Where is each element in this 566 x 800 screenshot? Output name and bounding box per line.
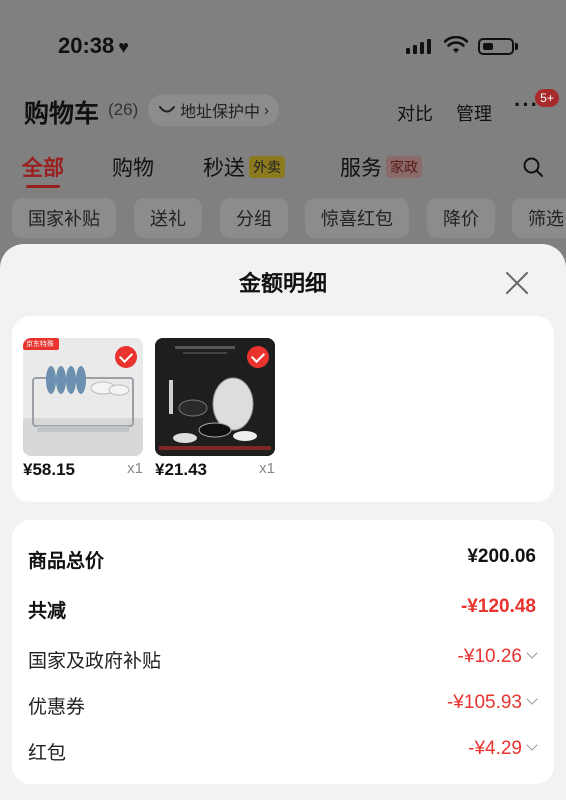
battery-icon (478, 38, 514, 55)
protect-icon (159, 106, 175, 113)
category-tabs: 全部 购物 秒送 外卖 服务 家政 (0, 152, 566, 188)
chevron-down-icon (526, 693, 538, 705)
cart-item[interactable]: ¥21.43 x1 (155, 338, 275, 479)
manage-button[interactable]: 管理 (456, 100, 492, 126)
tab-instant-label: 秒送 (203, 157, 245, 180)
subsidy-value-wrap: -¥10.26 (457, 646, 538, 668)
item-quantity: x1 (259, 460, 275, 477)
heart-icon: ♥ (118, 37, 129, 57)
total-discount-row: 共减 -¥120.48 (28, 596, 536, 626)
chip-gift[interactable]: 送礼 (134, 198, 202, 238)
tab-service[interactable]: 服务 家政 (340, 152, 422, 182)
cart-item[interactable]: 京东特殊 ¥58.15 x1 (23, 338, 143, 479)
total-price-value: ¥200.06 (467, 546, 536, 567)
product-image-dish-rack: 京东特殊 (23, 338, 143, 456)
chip-red-packet[interactable]: 惊喜红包 (305, 198, 409, 238)
chip-group[interactable]: 分组 (220, 198, 288, 238)
battery-tip (515, 43, 518, 50)
tab-service-label: 服务 (340, 157, 382, 180)
tab-shopping-label: 购物 (112, 157, 154, 180)
sheet-title: 金额明细 (238, 271, 327, 296)
page-title: 购物车 (24, 100, 100, 128)
status-bar: 20:38 ♥ (0, 30, 566, 62)
red-packet-row[interactable]: 红包 -¥4.29 (28, 738, 538, 768)
chevron-down-icon (526, 647, 538, 659)
subsidy-value: -¥10.26 (457, 646, 522, 667)
filter-chips: 国家补贴 送礼 分组 惊喜红包 降价 筛选 (0, 198, 566, 238)
red-packet-value-wrap: -¥4.29 (468, 738, 538, 760)
coupon-label: 优惠券 (28, 697, 86, 718)
price-summary-card: 商品总价 ¥200.06 共减 -¥120.48 国家及政府补贴 -¥10.26… (12, 520, 554, 784)
items-card: 京东特殊 ¥58.15 x1 ¥21.43 x1 (12, 316, 554, 502)
coupon-value-wrap: -¥105.93 (446, 692, 538, 714)
compare-button[interactable]: 对比 (397, 100, 433, 126)
tab-instant[interactable]: 秒送 外卖 (203, 152, 285, 182)
subsidy-row[interactable]: 国家及政府补贴 -¥10.26 (28, 646, 538, 676)
more-badge: 5+ (535, 89, 559, 107)
wifi-icon (444, 36, 468, 53)
cart-header: 购物车 (26) 地址保护中 › 对比 管理 ··· 5+ (0, 89, 566, 132)
checked-icon[interactable] (247, 346, 269, 368)
red-packet-value: -¥4.29 (468, 738, 522, 759)
chip-national-subsidy[interactable]: 国家补贴 (12, 198, 116, 238)
total-price-row: 商品总价 ¥200.06 (28, 546, 536, 576)
signal-icon (406, 38, 431, 54)
address-protect-label: 地址保护中 (180, 104, 261, 121)
chip-price-drop[interactable]: 降价 (427, 198, 495, 238)
total-discount-value: -¥120.48 (460, 596, 536, 617)
red-packet-label: 红包 (28, 743, 67, 764)
address-protect-button[interactable]: 地址保护中 › (148, 94, 280, 126)
takeaway-tag: 外卖 (249, 156, 285, 178)
search-icon[interactable] (522, 156, 544, 178)
product-image-tableware (155, 338, 275, 456)
total-price-label: 商品总价 (28, 551, 105, 572)
housekeeping-tag: 家政 (386, 156, 422, 178)
coupon-row[interactable]: 优惠券 -¥105.93 (28, 692, 538, 722)
coupon-value: -¥105.93 (446, 692, 522, 713)
tab-all[interactable]: 全部 (22, 152, 64, 188)
cart-count: (26) (108, 100, 139, 119)
amount-detail-sheet: 金额明细 京东特殊 ¥58.15 x1 ¥21.43 x1 商品总价 ¥200.… (0, 244, 566, 800)
status-time: 20:38 ♥ (58, 33, 129, 58)
tab-all-label: 全部 (22, 157, 64, 180)
chip-filter[interactable]: 筛选 (512, 198, 566, 238)
chevron-down-icon (526, 739, 538, 751)
checked-icon[interactable] (115, 346, 137, 368)
chevron-right-icon: › (264, 101, 270, 119)
close-icon[interactable] (502, 268, 532, 298)
subsidy-label: 国家及政府补贴 (28, 651, 162, 672)
item-price: ¥21.43 (155, 460, 207, 479)
thumb-badge-label: 京东特殊 (26, 341, 54, 348)
total-discount-label: 共减 (28, 601, 67, 622)
tab-shopping[interactable]: 购物 (112, 152, 154, 182)
item-quantity: x1 (127, 460, 143, 477)
item-price: ¥58.15 (23, 460, 75, 479)
